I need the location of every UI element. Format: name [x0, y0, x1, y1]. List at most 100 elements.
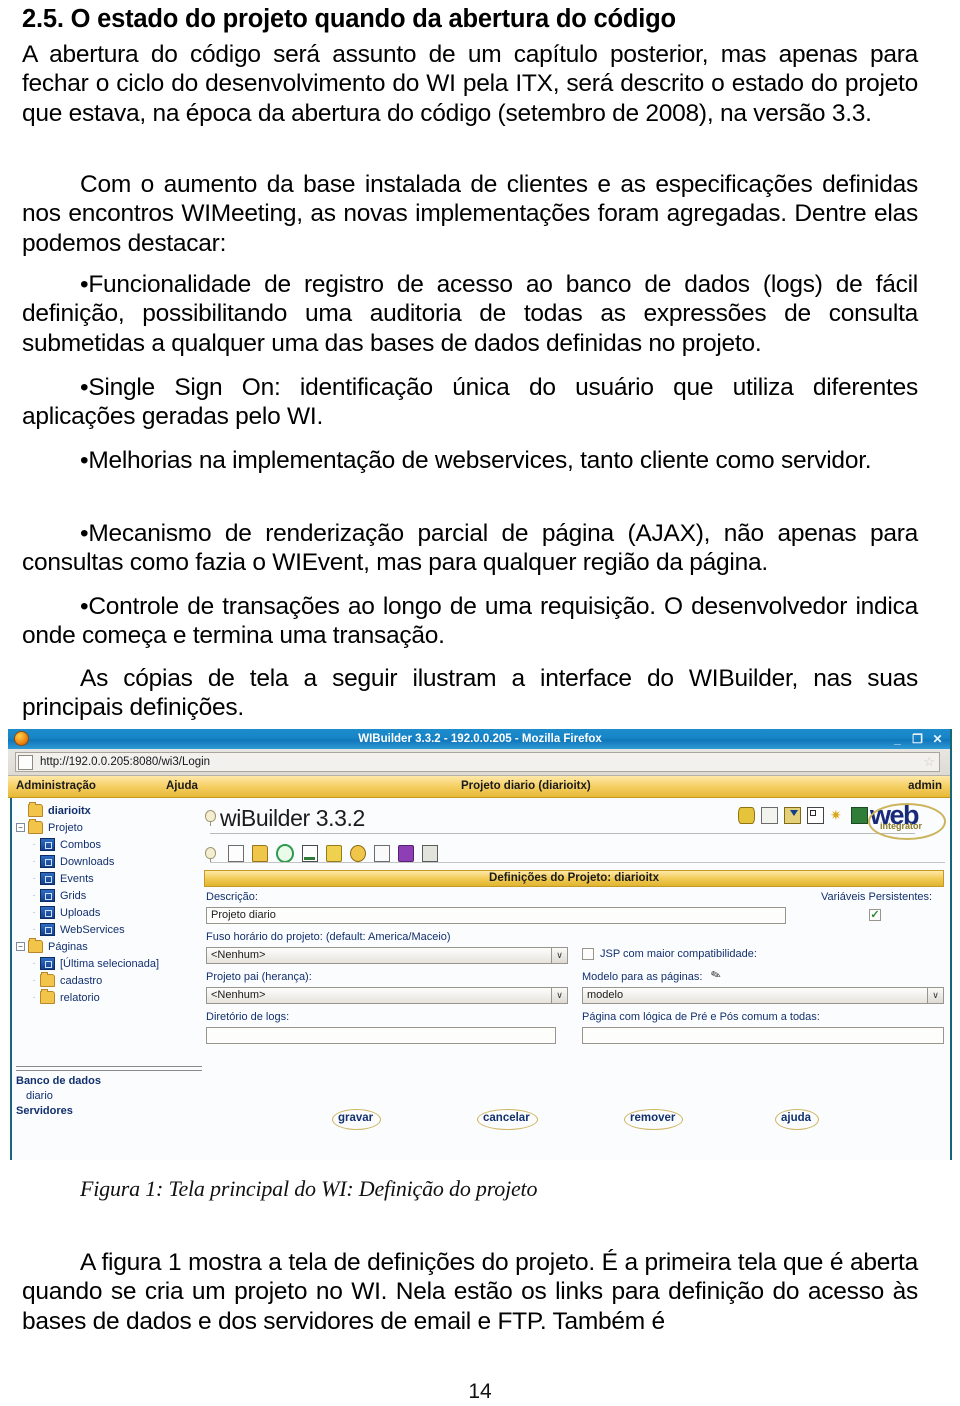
pagina-logica-label: Página com lógica de Pré e Pós comum a t… — [582, 1011, 820, 1023]
paragraph-after-figure: A figura 1 mostra a tela de definições d… — [22, 1248, 918, 1336]
cancelar-button[interactable]: cancelar — [477, 1109, 538, 1130]
tree-item-ultima-selecionada[interactable]: · [Última selecionada] — [16, 955, 195, 972]
window-controls: _ ❐ ✕ — [889, 731, 946, 746]
grid-add-icon[interactable] — [807, 807, 824, 824]
refresh-icon[interactable] — [276, 844, 294, 863]
window-icon[interactable] — [422, 845, 438, 862]
logo-sub-text: integrator — [880, 821, 923, 831]
tree-item-cadastro[interactable]: · cadastro — [16, 972, 195, 989]
tree-footer-servidores[interactable]: Servidores — [16, 1104, 202, 1119]
projeto-pai-select[interactable]: <Nenhum> ∨ — [206, 987, 568, 1004]
toolbar-icon-row — [228, 844, 438, 863]
bullet-4: •Mecanismo de renderização parcial de pá… — [22, 519, 918, 578]
gear-icon[interactable] — [350, 845, 366, 862]
tree-branch-icon: · — [32, 924, 36, 935]
page-icon — [40, 923, 55, 936]
chevron-down-icon[interactable]: ∨ — [551, 988, 567, 1003]
tools-icon[interactable]: ✷ — [830, 808, 845, 823]
tree-item-paginas[interactable]: − Páginas — [16, 938, 195, 955]
modelo-paginas-select[interactable]: modelo ∨ — [582, 987, 944, 1004]
tree-item-label: Combos — [60, 838, 101, 851]
database-icon[interactable] — [738, 807, 755, 824]
tree-item-combos[interactable]: · Combos — [16, 836, 195, 853]
app-brand-title: wiBuilder 3.3.2 — [220, 805, 365, 831]
pagina-logica-input[interactable] — [582, 1027, 944, 1044]
tree-item-downloads[interactable]: · Downloads — [16, 853, 195, 870]
url-input[interactable]: http://192.0.0.205:8080/wi3/Login ☆ — [15, 752, 940, 772]
page-title: 2.5. O estado do projeto quando da abert… — [22, 5, 676, 33]
ajuda-button[interactable]: ajuda — [775, 1109, 820, 1130]
tree-footer-banco-de-dados[interactable]: Banco de dados — [16, 1074, 202, 1089]
star-icon[interactable]: ☆ — [923, 754, 935, 770]
tree-item-label: cadastro — [60, 974, 103, 987]
descricao-input[interactable]: Projeto diario — [206, 907, 786, 924]
figure-1-screenshot: WIBuilder 3.3.2 - 192.0.0.205 - Mozilla … — [8, 729, 952, 1160]
file-icon[interactable] — [374, 845, 390, 862]
gravar-button-label: gravar — [338, 1112, 374, 1124]
jsp-compatibilidade-checkbox[interactable] — [582, 948, 594, 960]
jsp-compatibilidade-label: JSP com maior compatibilidade: — [600, 948, 757, 960]
app-body: diarioitx − Projeto · Combos · Downloads — [8, 798, 950, 1160]
bullet-5: •Controle de transações ao longo de uma … — [22, 592, 918, 651]
new-file-icon[interactable] — [228, 845, 244, 862]
key-icon[interactable] — [326, 845, 342, 862]
menu-item-administracao[interactable]: Administração — [16, 780, 96, 792]
fuso-horario-select[interactable]: <Nenhum> ∨ — [206, 947, 568, 964]
book-icon[interactable] — [398, 845, 414, 862]
form-action-bar: gravar cancelar remover ajuda — [198, 1090, 950, 1160]
paragraph-after-figure-text: A figura 1 mostra a tela de definições d… — [22, 1249, 918, 1335]
tree-item-label: Páginas — [48, 940, 88, 953]
collapse-toggle-icon[interactable]: − — [16, 823, 25, 832]
variaveis-persistentes-checkbox[interactable]: ✓ — [869, 909, 881, 921]
firefox-icon — [14, 731, 29, 746]
tree-item-grids[interactable]: · Grids — [16, 887, 195, 904]
browser-window-title: WIBuilder 3.3.2 - 192.0.0.205 - Mozilla … — [358, 733, 602, 745]
menu-user-label[interactable]: admin — [908, 780, 942, 792]
browser-urlbar: http://192.0.0.205:8080/wi3/Login ☆ — [8, 749, 950, 776]
tree-item-label: Uploads — [60, 906, 101, 919]
fuso-horario-label: Fuso horário do projeto: (default: Ameri… — [206, 931, 451, 943]
menu-item-ajuda[interactable]: Ajuda — [166, 780, 198, 792]
tree-item-projeto[interactable]: − Projeto — [16, 819, 195, 836]
app-toolbar — [202, 844, 946, 866]
cancelar-button-label: cancelar — [483, 1112, 530, 1124]
page-icon — [40, 957, 55, 970]
chart-icon[interactable] — [302, 845, 318, 862]
paragraph-2-text: Com o aumento da base instalada de clien… — [22, 171, 918, 257]
download-icon[interactable] — [784, 807, 801, 824]
collapse-toggle-icon[interactable]: − — [16, 942, 25, 951]
bullet-1-text: Funcionalidade de registro de acesso ao … — [22, 271, 918, 357]
tree-item-events[interactable]: · Events — [16, 870, 195, 887]
url-text: http://192.0.0.205:8080/wi3/Login — [40, 756, 211, 768]
browser-titlebar: WIBuilder 3.3.2 - 192.0.0.205 - Mozilla … — [8, 729, 950, 749]
remover-button-label: remover — [630, 1112, 676, 1124]
tree-item-label: Grids — [60, 889, 87, 902]
tree-item-uploads[interactable]: · Uploads — [16, 904, 195, 921]
tree-root[interactable]: diarioitx — [16, 802, 195, 819]
chevron-down-icon[interactable]: ∨ — [927, 988, 943, 1003]
tree-item-label: Projeto — [48, 821, 83, 834]
diretorio-logs-input[interactable] — [206, 1027, 556, 1044]
app-brand-row: wiBuilder 3.3.2 ✷ web integrator — [202, 801, 946, 842]
open-folder-icon[interactable] — [252, 845, 268, 862]
gravar-button[interactable]: gravar — [332, 1109, 382, 1130]
tree-footer-banco-item[interactable]: diario — [16, 1089, 202, 1104]
minimize-icon[interactable]: _ — [889, 731, 906, 746]
pencil-cursor-icon: ✎ — [708, 966, 724, 984]
app-menubar: Administração Ajuda Projeto diario (diar… — [8, 776, 950, 798]
tree-item-webservices[interactable]: · WebServices — [16, 921, 195, 938]
maximize-icon[interactable]: ❐ — [909, 731, 926, 746]
tree-branch-icon: · — [32, 992, 36, 1003]
tree-branch-icon: · — [32, 907, 36, 918]
close-icon[interactable]: ✕ — [929, 731, 946, 746]
bullet-3: •Melhorias na implementação de webservic… — [22, 446, 918, 475]
tree-item-relatorio[interactable]: · relatorio — [16, 989, 195, 1006]
remover-button[interactable]: remover — [624, 1109, 684, 1130]
chevron-down-icon[interactable]: ∨ — [551, 948, 567, 963]
document-icon[interactable] — [761, 807, 778, 824]
figure-caption: Figura 1: Tela principal do WI: Definiçã… — [80, 1176, 538, 1201]
tree-item-label: WebServices — [60, 923, 125, 936]
exit-icon[interactable] — [851, 807, 868, 824]
bullet-2: •Single Sign On: identificação única do … — [22, 373, 918, 432]
brand-divider — [210, 833, 915, 834]
